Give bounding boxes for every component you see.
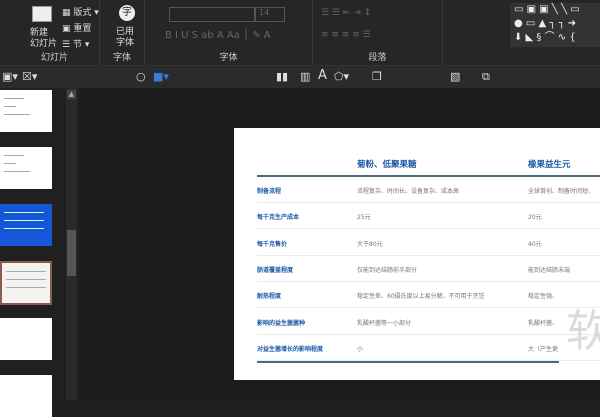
font-glyph-icon[interactable]: 字: [119, 5, 135, 21]
used-fonts-group-label: 字体: [112, 53, 131, 63]
fill-color-icon[interactable]: ■▾: [153, 70, 169, 83]
font-format-buttons[interactable]: B I U S ab A Aa │ ✎ A: [165, 30, 271, 41]
table-cell: 乳酸杆菌等一小部分: [357, 319, 412, 327]
table-row: 每千克生产成本 25元 20元: [257, 203, 600, 230]
table-cell: 全球首创、制备时间短、: [528, 188, 595, 195]
reset-label: 重置: [73, 24, 92, 34]
slide-thumbnail[interactable]: [0, 375, 52, 417]
slide[interactable]: 菊粉、低聚果糖 橡果益生元 制备流程 流程复杂、时间长、设备复杂、成本高 全球首创、…: [234, 128, 600, 380]
font-group: 14 B I U S ab A Aa │ ✎ A 字体: [145, 0, 313, 66]
column-header: 橡果益生元: [528, 160, 571, 170]
table-icon[interactable]: ▥: [300, 70, 310, 83]
table-cell: 25元: [357, 214, 371, 222]
table-row: 耐热程度 稳定性差、60摄氏度以上易分解，不可用于烹饪 稳定性强、: [257, 282, 600, 309]
used-fonts-group: 字 已用字体 字体: [100, 0, 145, 66]
table-row: 每千克售价 大于80元 40元: [257, 230, 600, 256]
table-row: 对益生菌增长的影响程度 小 大（产生更: [257, 335, 600, 361]
ellipse-icon[interactable]: ○: [136, 70, 146, 83]
used-fonts-button[interactable]: 已用字体: [116, 27, 140, 49]
table-cell: 能到达结肠末端: [528, 266, 571, 274]
table-cell: 仅能到达结肠前半部分: [357, 266, 418, 274]
font-size-input[interactable]: 14: [255, 7, 285, 22]
group-icon[interactable]: ⧉: [482, 70, 490, 84]
slide-thumbnail[interactable]: [0, 204, 52, 246]
slide-thumbnail-selected[interactable]: [0, 261, 52, 305]
row-label: 对益生菌增长的影响程度: [257, 345, 324, 353]
font-group-label: 字体: [219, 53, 238, 63]
row-label: 每千克生产成本: [257, 214, 300, 222]
slides-group: 新建 幻灯片 ▦ 版式 ▾ ▣ 重置 ☰ 节 ▾ 幻灯片: [10, 0, 100, 66]
text-icon[interactable]: ☒▾: [22, 70, 37, 83]
table-row: 制备流程 流程复杂、时间长、设备复杂、成本高 全球首创、制备时间短、: [257, 177, 600, 203]
table-row: 影响的益生菌菌种 乳酸杆菌等一小部分 乳酸杆菌、: [257, 309, 600, 335]
arrange-icon[interactable]: ❐: [372, 70, 382, 83]
table-cell: 40元: [528, 240, 542, 248]
align-buttons[interactable]: ≡ ≡ ≡ ≡ ☰: [321, 30, 371, 40]
table-cell: 稳定性差、60摄氏度以上易分解，不可用于烹饪: [357, 293, 485, 301]
paragraph-group-label: 段落: [368, 53, 387, 63]
layout-label: 版式: [73, 8, 92, 18]
slide-thumbnails: [0, 88, 64, 417]
column-header: 菊粉、低聚果糖: [357, 160, 417, 170]
table-cell: 20元: [528, 214, 542, 222]
table-cell: 大（产生更: [528, 345, 559, 353]
chart-icon[interactable]: ▮▮: [276, 70, 288, 83]
reset-button[interactable]: ▣ 重置: [62, 21, 91, 34]
scrollbar-thumb[interactable]: [67, 230, 76, 276]
table-bottom-rule: [257, 361, 559, 363]
layout-button[interactable]: ▦ 版式 ▾: [62, 5, 99, 18]
row-label: 每千克售价: [257, 240, 288, 248]
text-box-icon[interactable]: ▣▾: [2, 70, 18, 83]
slide-thumbnail[interactable]: [0, 90, 52, 132]
new-slide-icon[interactable]: [32, 6, 52, 22]
table-cell: 稳定性强、: [528, 293, 559, 301]
quick-toolbar: ▣▾ ☒▾ ○ ■▾ ▮▮ ▥ A ⬠▾ ❐ ▧ ⧉: [0, 66, 600, 88]
table-cell: 大于80元: [357, 240, 383, 248]
table-cell: 小: [357, 345, 364, 353]
slides-group-label: 幻灯片: [40, 53, 68, 63]
paragraph-group: ☰ ☰ ⇤ ⇥ ↕ ≡ ≡ ≡ ≡ ☰ 段落: [313, 0, 443, 66]
slide-thumbnail[interactable]: [0, 147, 52, 189]
shape-outline-icon[interactable]: ⬠▾: [334, 70, 349, 83]
section-label: 节: [72, 40, 82, 50]
wordart-icon[interactable]: A: [318, 68, 327, 83]
thumbnail-scrollbar[interactable]: ▲: [66, 88, 77, 400]
row-label: 耐热程度: [257, 293, 282, 301]
new-slide-button[interactable]: 新建 幻灯片: [30, 28, 57, 50]
watermark: 软: [566, 306, 600, 357]
table-row: 肠道覆盖程度 仅能到达结肠前半部分 能到达结肠末端: [257, 256, 600, 282]
shapes-gallery[interactable]: ▭ ▣ ▣ ╲ ╲ ▭ ● ▭ ▲ ┐ ┐ ➜ ⬇ ◣ § ⌒ ∿ {: [510, 3, 600, 47]
font-name-input[interactable]: [169, 7, 255, 22]
row-label: 影响的益生菌菌种: [257, 319, 306, 327]
section-button[interactable]: ☰ 节 ▾: [62, 37, 89, 50]
picture-icon[interactable]: ▧: [450, 70, 460, 83]
ribbon: 新建 幻灯片 ▦ 版式 ▾ ▣ 重置 ☰ 节 ▾ 幻灯片 字 已用字体 字体 1…: [0, 0, 600, 66]
list-buttons[interactable]: ☰ ☰ ⇤ ⇥ ↕: [321, 8, 371, 18]
row-label: 肠道覆盖程度: [257, 266, 294, 274]
slide-thumbnail[interactable]: [0, 318, 52, 360]
table-cell: 乳酸杆菌、: [528, 319, 559, 327]
row-label: 制备流程: [257, 188, 282, 195]
scroll-up-icon[interactable]: ▲: [67, 90, 76, 99]
table-cell: 流程复杂、时间长、设备复杂、成本高: [357, 188, 460, 195]
